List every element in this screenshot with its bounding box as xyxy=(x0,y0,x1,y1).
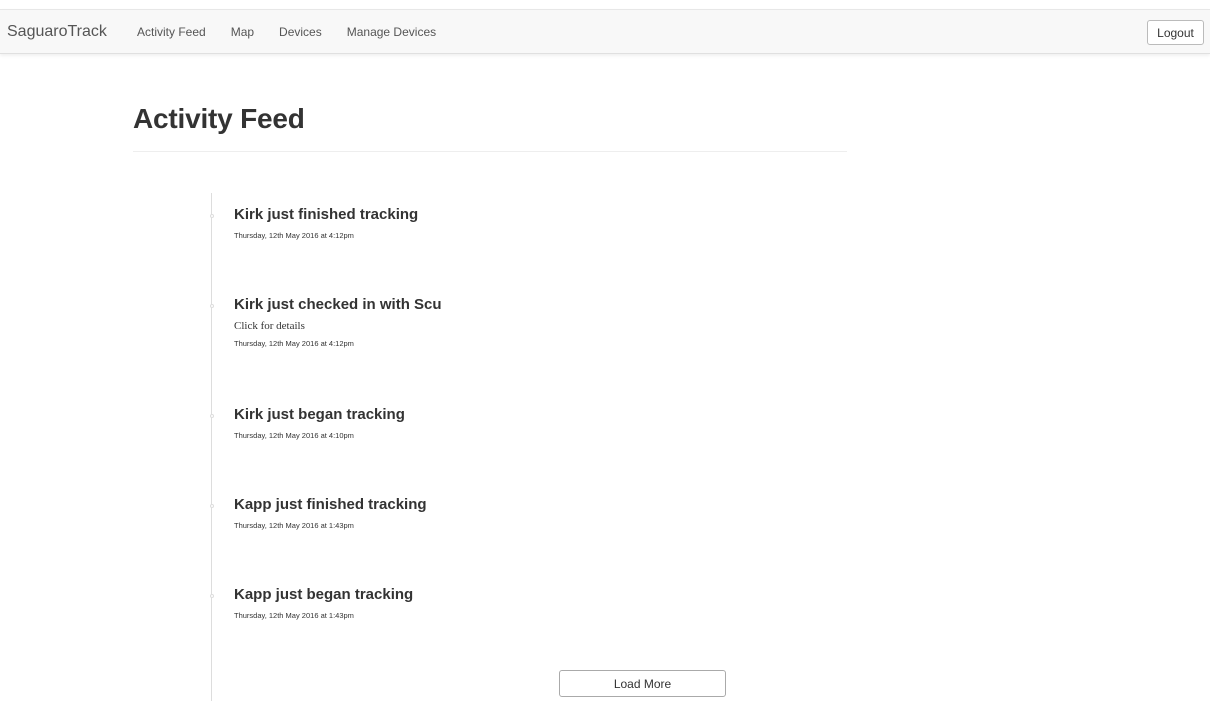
logout-button[interactable]: Logout xyxy=(1147,20,1204,45)
feed-item: Kapp just finished tracking Thursday, 12… xyxy=(210,496,427,530)
feed-item: Kirk just finished tracking Thursday, 12… xyxy=(210,206,418,240)
feed-item: Kirk just checked in with Scu Click for … xyxy=(210,296,442,348)
nav-link-map[interactable]: Map xyxy=(231,10,254,55)
brand-link[interactable]: SaguaroTrack xyxy=(7,23,107,41)
feed-item-title[interactable]: Kapp just began tracking xyxy=(234,586,413,603)
title-divider xyxy=(133,151,847,152)
timeline-dot-icon xyxy=(210,414,214,418)
feed-item-details-link[interactable]: Click for details xyxy=(234,320,442,332)
top-navbar: SaguaroTrack Activity Feed Map Devices M… xyxy=(0,9,1210,54)
load-more-button[interactable]: Load More xyxy=(559,670,726,697)
nav-link-activity-feed[interactable]: Activity Feed xyxy=(137,10,206,55)
nav-links: Activity Feed Map Devices Manage Devices xyxy=(137,10,461,55)
feed-item: Kirk just began tracking Thursday, 12th … xyxy=(210,406,405,440)
timeline-dot-icon xyxy=(210,594,214,598)
feed-item-timestamp: Thursday, 12th May 2016 at 4:12pm xyxy=(234,339,354,348)
feed-item-timestamp: Thursday, 12th May 2016 at 1:43pm xyxy=(234,521,354,530)
page-title: Activity Feed xyxy=(133,103,305,134)
feed-item-title[interactable]: Kirk just began tracking xyxy=(234,406,405,423)
feed-item-timestamp: Thursday, 12th May 2016 at 4:10pm xyxy=(234,431,354,440)
feed-item-title[interactable]: Kirk just finished tracking xyxy=(234,206,418,223)
nav-link-devices[interactable]: Devices xyxy=(279,10,322,55)
feed-item-timestamp: Thursday, 12th May 2016 at 4:12pm xyxy=(234,231,354,240)
feed-item-title[interactable]: Kirk just checked in with Scu xyxy=(234,296,442,313)
feed-item-timestamp: Thursday, 12th May 2016 at 1:43pm xyxy=(234,611,354,620)
timeline-line xyxy=(211,193,212,701)
feed-item: Kapp just began tracking Thursday, 12th … xyxy=(210,586,413,620)
feed-item-title[interactable]: Kapp just finished tracking xyxy=(234,496,427,513)
timeline-dot-icon xyxy=(210,214,214,218)
timeline-dot-icon xyxy=(210,504,214,508)
timeline-dot-icon xyxy=(210,304,214,308)
nav-link-manage-devices[interactable]: Manage Devices xyxy=(347,10,436,55)
